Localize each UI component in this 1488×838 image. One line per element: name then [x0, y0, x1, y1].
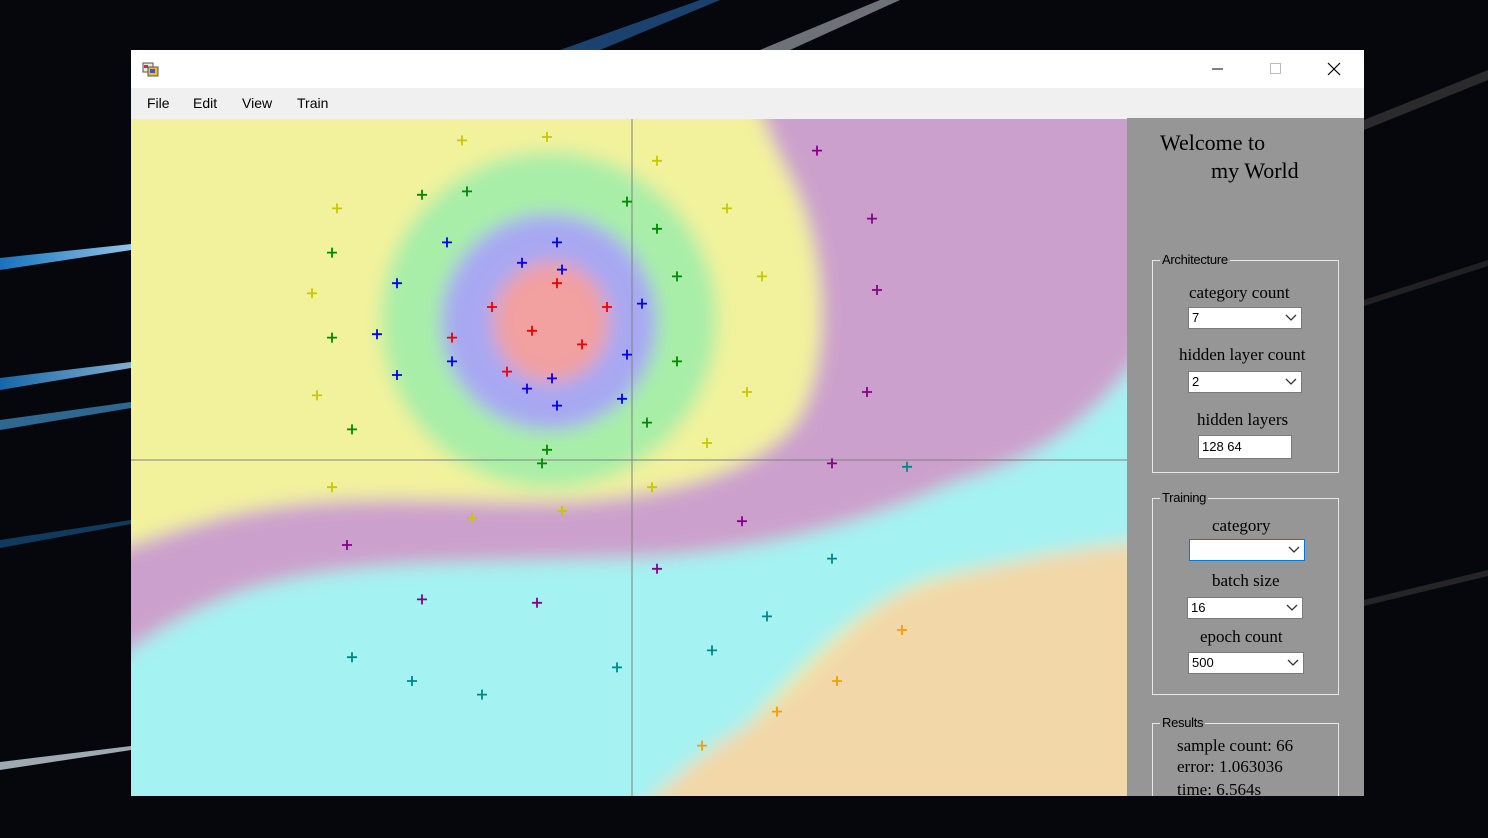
menu-train[interactable]: Train	[297, 95, 328, 111]
app-icon	[142, 62, 159, 77]
hidden-layers-input[interactable]: 128 64	[1198, 435, 1292, 459]
app-window: File Edit View Train Welcome to my World…	[131, 50, 1364, 796]
training-group-title: Training	[1160, 490, 1209, 505]
close-icon	[1327, 62, 1341, 76]
chevron-down-icon	[1285, 378, 1297, 385]
epoch-count-label: epoch count	[1200, 627, 1283, 646]
decision-map	[131, 119, 1127, 796]
hidden-layer-count-value: 2	[1192, 374, 1200, 389]
welcome-line-1: Welcome to	[1160, 130, 1266, 155]
menu-bar: File Edit View Train	[131, 88, 1364, 118]
hidden-layer-count-label: hidden layer count	[1179, 345, 1306, 364]
category-count-value: 7	[1192, 310, 1200, 325]
sample-count-text: sample count: 66	[1177, 736, 1294, 755]
epoch-count-value: 500	[1192, 655, 1214, 670]
category-label: category	[1212, 516, 1271, 535]
chevron-down-icon	[1286, 604, 1298, 611]
chevron-down-icon	[1287, 659, 1299, 666]
title-bar	[131, 50, 1364, 88]
control-panel: Welcome to my World Architecture categor…	[1127, 118, 1364, 796]
hidden-layer-count-select[interactable]: 2	[1188, 371, 1302, 393]
maximize-button[interactable]	[1246, 50, 1304, 88]
error-text: error: 1.063036	[1177, 757, 1283, 776]
time-text: time: 6.564s	[1177, 780, 1262, 796]
category-select[interactable]	[1189, 539, 1305, 561]
region-red	[493, 262, 609, 382]
classification-canvas[interactable]	[131, 119, 1127, 796]
maximize-icon	[1270, 63, 1281, 74]
results-group: Results sample count: 66 error: 1.063036…	[1152, 715, 1339, 796]
batch-size-select[interactable]: 16	[1187, 597, 1303, 619]
batch-size-value: 16	[1191, 600, 1206, 615]
results-group-title: Results	[1160, 715, 1206, 730]
minimize-icon	[1212, 68, 1223, 70]
architecture-group: Architecture category count 7 hidden lay…	[1152, 252, 1339, 473]
batch-size-label: batch size	[1212, 571, 1280, 590]
close-button[interactable]	[1305, 50, 1363, 88]
category-count-label: category count	[1189, 283, 1290, 302]
menu-view[interactable]: View	[242, 95, 272, 111]
category-count-select[interactable]: 7	[1188, 307, 1302, 329]
minimize-button[interactable]	[1188, 50, 1246, 88]
training-group: Training category batch size 16 epoch co…	[1152, 490, 1339, 695]
chevron-down-icon	[1285, 314, 1297, 321]
epoch-count-select[interactable]: 500	[1188, 652, 1304, 674]
menu-edit[interactable]: Edit	[193, 95, 217, 111]
menu-file[interactable]: File	[147, 95, 170, 111]
welcome-line-2: my World	[1211, 158, 1299, 183]
hidden-layers-label: hidden layers	[1197, 410, 1289, 429]
chevron-down-icon	[1288, 546, 1300, 553]
architecture-group-title: Architecture	[1160, 252, 1230, 267]
